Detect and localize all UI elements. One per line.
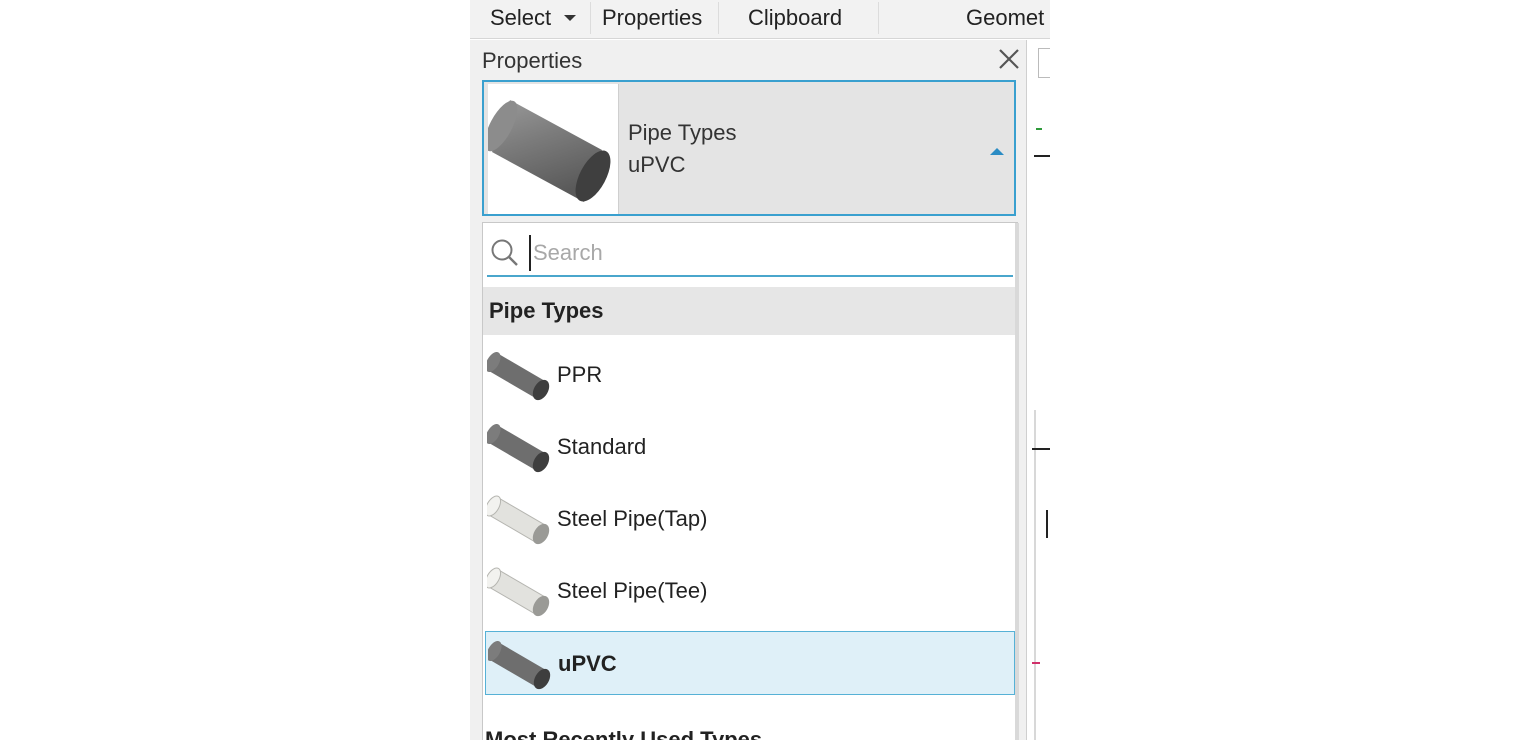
selector-type-label: uPVC <box>628 152 686 177</box>
group-header-recent-types: Most Recently Used Types <box>485 727 763 740</box>
ribbon-geometry-panel[interactable]: Geomet <box>966 0 1044 36</box>
properties-palette: Properties Pipe Types uPVC Search Pipe T… <box>470 40 1027 740</box>
select-dropdown[interactable]: Select <box>490 0 551 36</box>
select-label: Select <box>490 5 552 30</box>
list-item-steel-pipe-tap[interactable]: Steel Pipe(Tap) <box>485 487 1015 551</box>
drawing-line <box>1034 155 1050 157</box>
ribbon-divider <box>878 2 879 34</box>
drawing-area[interactable] <box>1028 40 1050 740</box>
scrollbar[interactable] <box>1015 223 1019 740</box>
type-dropdown: Pipe Types PPR Standard <box>482 222 1019 740</box>
pipe-preview-icon <box>484 100 611 202</box>
list-item-label: PPR <box>557 362 603 387</box>
list-item-label: Standard <box>557 434 647 459</box>
search-input[interactable] <box>529 235 1005 271</box>
pipe-light-icon <box>487 567 550 617</box>
list-item-label: uPVC <box>558 651 617 676</box>
palette-title: Properties <box>482 48 583 73</box>
drawing-line <box>1032 448 1050 450</box>
ribbon-clipboard-panel[interactable]: Clipboard <box>748 0 842 36</box>
list-item-label: Steel Pipe(Tap) <box>557 506 708 531</box>
close-icon[interactable] <box>996 46 1022 72</box>
ribbon-divider <box>718 2 719 34</box>
type-selector[interactable]: Pipe Types uPVC <box>482 80 1016 216</box>
list-item-standard[interactable]: Standard <box>485 415 1015 479</box>
drawing-line <box>1032 662 1040 664</box>
search-icon <box>491 239 518 266</box>
pipe-dark-icon <box>487 424 550 473</box>
type-preview-image <box>484 84 619 214</box>
chevron-up-icon[interactable] <box>990 148 1004 155</box>
pipe-light-icon <box>487 495 550 545</box>
view-control[interactable] <box>1038 48 1050 78</box>
list-item-upvc[interactable]: uPVC <box>485 631 1015 695</box>
list-item-steel-pipe-tee[interactable]: Steel Pipe(Tee) <box>485 559 1015 623</box>
search-box <box>487 227 1013 277</box>
pipe-dark-icon <box>488 641 551 690</box>
drawing-line <box>1034 410 1036 740</box>
ribbon-properties-panel[interactable]: Properties <box>602 0 702 36</box>
ribbon-divider <box>590 2 591 34</box>
ribbon-bar: Select Properties Clipboard Geomet <box>470 0 1050 39</box>
drawing-line <box>1046 510 1048 538</box>
select-caret-icon[interactable] <box>564 15 576 21</box>
group-header-pipe-types: Pipe Types <box>483 287 1015 335</box>
selector-family-label: Pipe Types <box>628 120 737 145</box>
revit-window: Select Properties Clipboard Geomet Prope… <box>470 0 1050 740</box>
drawing-line <box>1036 128 1042 130</box>
list-item-ppr[interactable]: PPR <box>485 343 1015 407</box>
pipe-dark-icon <box>487 352 550 401</box>
list-item-label: Steel Pipe(Tee) <box>557 578 708 603</box>
